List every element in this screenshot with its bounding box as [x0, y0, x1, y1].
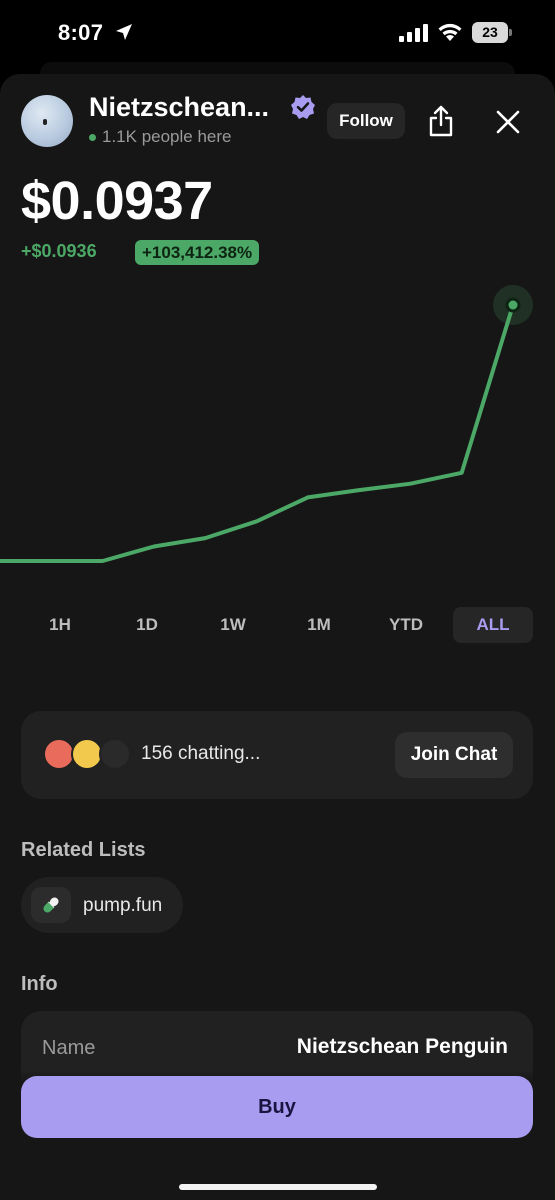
presence-text: 1.1K people here: [102, 127, 232, 146]
related-list-label: pump.fun: [83, 895, 163, 916]
share-icon[interactable]: [426, 104, 456, 138]
time-range-selector: 1H 1D 1W 1M YTD ALL: [20, 607, 535, 643]
price-change-percent: +103,412.38%: [135, 240, 260, 265]
range-1w[interactable]: 1W: [193, 607, 273, 643]
token-avatar: [21, 95, 73, 147]
info-title: Info: [21, 973, 58, 995]
chatter-avatar: [99, 738, 131, 770]
wifi-icon: [438, 23, 462, 41]
range-1d[interactable]: 1D: [107, 607, 187, 643]
range-1h[interactable]: 1H: [20, 607, 100, 643]
current-price-dot: [505, 297, 521, 313]
token-price: $0.0937: [21, 171, 213, 231]
battery-tip: [509, 29, 512, 36]
info-name-value: Nietzschean Penguin: [296, 1035, 508, 1058]
price-change-absolute: +$0.0936: [21, 241, 97, 261]
price-line: [0, 303, 515, 563]
range-1m[interactable]: 1M: [279, 607, 359, 643]
cellular-signal-icon: [399, 24, 428, 42]
location-arrow-icon: [116, 24, 132, 40]
range-ytd[interactable]: YTD: [366, 607, 446, 643]
buy-button[interactable]: Buy: [21, 1076, 533, 1138]
home-indicator[interactable]: [179, 1184, 377, 1190]
token-sheet: Nietzschean... 1.1K people here Follow $…: [0, 74, 555, 1200]
range-all[interactable]: ALL: [453, 607, 533, 643]
join-chat-button[interactable]: Join Chat: [395, 732, 513, 778]
related-lists-title: Related Lists: [21, 839, 146, 861]
pill-icon-container: [31, 887, 71, 923]
follow-button[interactable]: Follow: [327, 103, 405, 139]
close-icon[interactable]: [494, 108, 522, 136]
token-name: Nietzschean...: [89, 92, 270, 122]
presence-indicator: 1.1K people here: [89, 127, 232, 147]
avatar-penguin: [43, 119, 47, 125]
pill-icon: [43, 897, 59, 913]
chat-card[interactable]: 156 chatting... Join Chat: [21, 711, 533, 799]
battery-level: 23: [472, 22, 508, 43]
status-time: 8:07: [58, 20, 104, 45]
chatting-count: 156 chatting...: [141, 743, 261, 764]
status-bar: 8:07 23: [0, 0, 555, 70]
verified-badge-icon: [291, 95, 315, 119]
price-chart: [0, 285, 533, 563]
related-list-chip[interactable]: pump.fun: [21, 877, 183, 933]
info-name-label: Name: [42, 1037, 96, 1059]
online-dot: [89, 133, 96, 141]
battery-indicator: 23: [472, 22, 512, 43]
